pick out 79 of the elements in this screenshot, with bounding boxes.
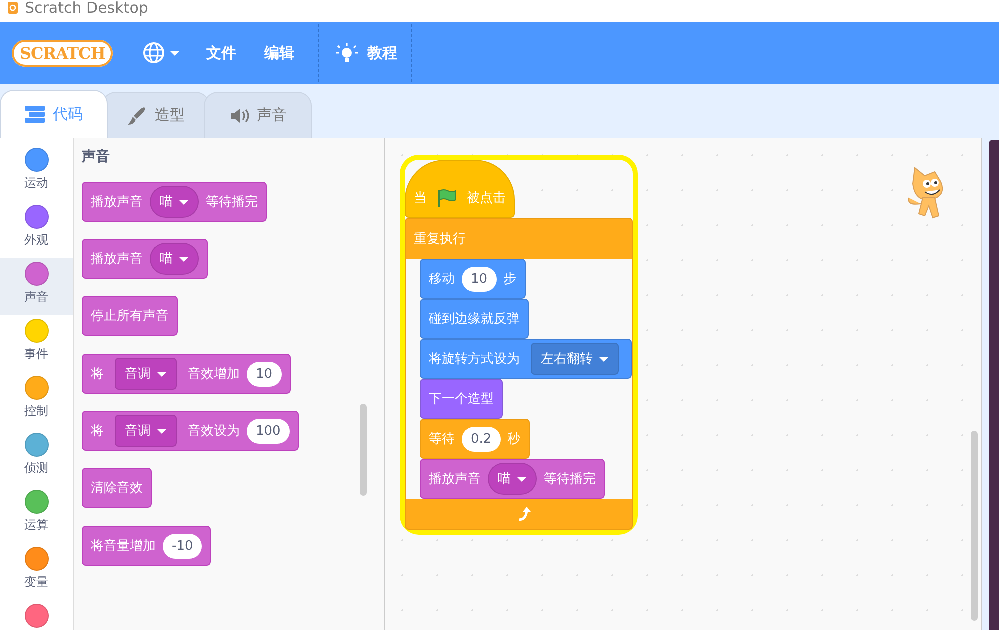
block-label: 等待播完 [544,471,596,488]
code-block[interactable]: 播放声音 喵 等待播完 [420,459,605,499]
brush-icon [127,106,147,124]
block-label: 音效设为 [188,423,240,440]
forever-block[interactable]: 重复执行 移动 10 步 碰到边缘就反弹 将旋转方式设为 左右翻转 下一个造型 等待 0.2 秒 播放声音 喵 等待播完 [405,218,633,530]
code-block[interactable]: 将 音调 音效增加 10 [82,354,291,394]
block-label: 移动 [429,271,455,288]
code-block[interactable]: 将 音调 音效设为 100 [82,411,299,451]
category-item[interactable]: 侦测 [0,429,73,486]
app-icon [7,2,19,14]
number-input[interactable]: -10 [163,534,202,558]
caret-icon [170,50,180,56]
number-input[interactable]: 10 [462,266,497,292]
caret-icon [179,256,189,262]
category-item[interactable]: 控制 [0,372,73,429]
block-label: 将 [91,366,104,383]
block-label: 清除音效 [91,480,143,497]
block-label: 重复执行 [414,231,466,248]
number-input[interactable]: 0.2 [462,426,501,452]
flag-icon [437,188,457,208]
dropdown-menu[interactable]: 喵 [150,243,199,275]
code-block[interactable]: 清除音效 [82,468,152,508]
caret-icon [599,356,609,362]
block-label: 等待播完 [206,194,258,211]
speaker-icon [229,106,249,124]
number-input[interactable]: 10 [247,362,282,386]
scrollbar[interactable] [360,404,367,496]
dropdown-menu[interactable]: 音调 [115,415,177,447]
code-block[interactable]: 碰到边缘就反弹 [420,299,529,339]
dropdown-menu[interactable]: 左右翻转 [531,343,619,375]
code-block[interactable]: 将音量增加 -10 [82,526,212,566]
window-title: Scratch Desktop [25,1,148,16]
category-item[interactable]: 声音 [0,258,73,315]
category-item[interactable]: 变量 [0,543,73,600]
code-block[interactable]: 停止所有声音 [82,296,178,336]
category-item[interactable]: 事件 [0,315,73,372]
block-label: 播放声音 [91,194,143,211]
tutorials-button[interactable]: 教程 [318,24,412,82]
block-label: 下一个造型 [429,391,494,408]
dropdown-menu[interactable]: 喵 [150,186,199,218]
menu-item[interactable]: 编辑 [250,36,308,70]
block-label: 将旋转方式设为 [429,351,520,368]
code-block[interactable]: 播放声音 喵 等待播完 [82,182,267,222]
block-label: 秒 [508,431,521,448]
code-block[interactable]: 播放声音 喵 [82,239,208,279]
block-label: 被点击 [467,190,506,207]
code-block[interactable]: 等待 0.2 秒 [420,419,530,459]
block-label: 碰到边缘就反弹 [429,311,520,328]
globe-icon [143,42,166,64]
code-block[interactable]: 将旋转方式设为 左右翻转 [420,339,632,379]
loop-arrow-icon [516,506,532,522]
block-label: 将 [91,423,104,440]
caret-icon [179,200,189,204]
block-label: 将音量增加 [91,538,156,555]
tab[interactable]: 代码 [0,90,108,138]
scrollbar[interactable] [971,431,978,621]
block-label: 停止所有声音 [91,308,169,325]
dropdown-menu[interactable]: 音调 [115,358,177,390]
block-label: 步 [504,271,517,288]
caret-icon [517,476,527,482]
code-block[interactable]: 下一个造型 [420,379,503,419]
block-label: 音效增加 [188,366,240,383]
lightbulb-icon [335,42,360,64]
caret-icon [157,428,167,434]
block-label: 播放声音 [91,251,143,268]
dropdown-menu[interactable]: 喵 [488,463,537,495]
category-item[interactable]: 运动 [0,144,73,201]
category-heading: 声音 [82,148,111,166]
tab[interactable]: 声音 [204,92,312,138]
category-item[interactable]: 外观 [0,201,73,258]
blocks-icon [25,106,45,124]
block-label: 当 [414,190,427,207]
code-block[interactable]: 移动 10 步 [420,259,526,299]
caret-icon [157,372,167,376]
category-item[interactable]: 运算 [0,486,73,543]
number-input[interactable]: 100 [247,418,290,444]
block-label: 等待 [429,431,455,448]
menu-item[interactable]: 文件 [192,36,250,70]
block-label: 播放声音 [429,471,481,488]
